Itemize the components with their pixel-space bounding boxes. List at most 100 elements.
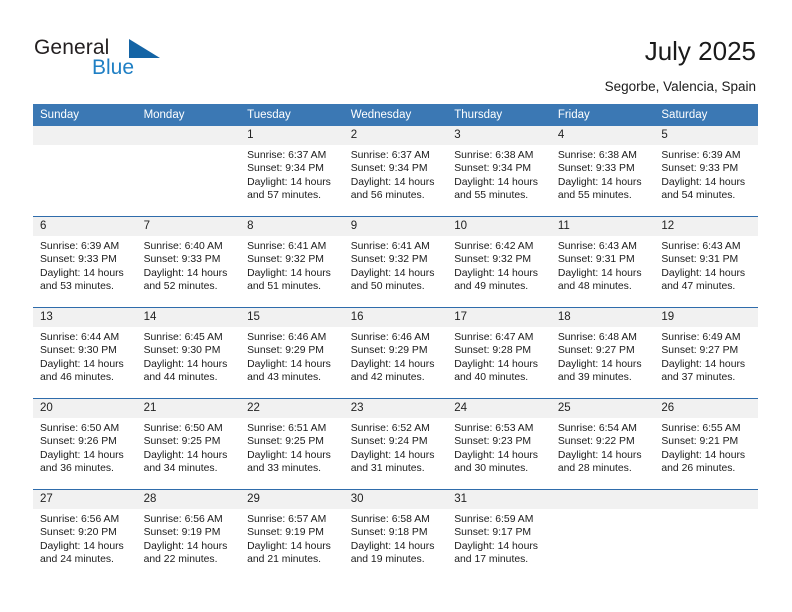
sunrise-text: Sunrise: 6:39 AM (661, 150, 741, 161)
day-cell[interactable]: 27 Sunrise: 6:56 AM Sunset: 9:20 PM Dayl… (33, 489, 137, 580)
day-cell[interactable]: 7 Sunrise: 6:40 AM Sunset: 9:33 PM Dayli… (136, 216, 241, 308)
daylight-text: Daylight: 14 hours and 53 minutes. (40, 267, 124, 293)
day-number: 28 (136, 490, 241, 509)
day-cell[interactable]: 21 Sunrise: 6:50 AM Sunset: 9:25 PM Dayl… (136, 398, 241, 490)
daylight-text: Daylight: 14 hours and 46 minutes. (40, 358, 124, 384)
day-cell[interactable]: 26 Sunrise: 6:55 AM Sunset: 9:21 PM Dayl… (654, 398, 758, 490)
daylight-text: Daylight: 14 hours and 17 minutes. (454, 540, 538, 566)
day-details: Sunrise: 6:46 AM Sunset: 9:29 PM Dayligh… (240, 327, 344, 385)
weekday-header-thursday: Thursday (447, 104, 551, 126)
sunset-text: Sunset: 9:29 PM (247, 345, 324, 357)
day-cell[interactable] (136, 126, 241, 217)
weekday-header-monday: Monday (136, 104, 241, 126)
day-cell[interactable]: 6 Sunrise: 6:39 AM Sunset: 9:33 PM Dayli… (33, 216, 137, 308)
daylight-text: Daylight: 14 hours and 39 minutes. (557, 358, 642, 384)
day-details: Sunrise: 6:38 AM Sunset: 9:34 PM Dayligh… (447, 145, 551, 203)
sunrise-text: Sunrise: 6:51 AM (247, 423, 327, 434)
day-cell[interactable]: 11 Sunrise: 6:43 AM Sunset: 9:31 PM Dayl… (550, 216, 655, 308)
day-details: Sunrise: 6:57 AM Sunset: 9:19 PM Dayligh… (240, 509, 344, 567)
day-cell[interactable]: 14 Sunrise: 6:45 AM Sunset: 9:30 PM Dayl… (136, 307, 241, 399)
day-cell[interactable]: 17 Sunrise: 6:47 AM Sunset: 9:28 PM Dayl… (447, 307, 551, 399)
day-details: Sunrise: 6:37 AM Sunset: 9:34 PM Dayligh… (240, 145, 344, 203)
weekday-header-saturday: Saturday (654, 104, 758, 126)
day-cell[interactable]: 3 Sunrise: 6:38 AM Sunset: 9:34 PM Dayli… (447, 126, 551, 217)
day-number: 12 (654, 217, 758, 236)
day-details: Sunrise: 6:47 AM Sunset: 9:28 PM Dayligh… (447, 327, 551, 385)
day-number: 20 (33, 399, 137, 418)
daylight-text: Daylight: 14 hours and 55 minutes. (454, 176, 538, 202)
day-number: 2 (343, 126, 448, 145)
day-number: 27 (33, 490, 137, 509)
day-cell[interactable]: 12 Sunrise: 6:43 AM Sunset: 9:31 PM Dayl… (654, 216, 758, 308)
day-cell[interactable]: 2 Sunrise: 6:37 AM Sunset: 9:34 PM Dayli… (343, 126, 448, 217)
sunrise-text: Sunrise: 6:59 AM (454, 514, 534, 525)
day-cell[interactable]: 18 Sunrise: 6:48 AM Sunset: 9:27 PM Dayl… (550, 307, 655, 399)
day-number: 15 (240, 308, 344, 327)
sunset-text: Sunset: 9:25 PM (143, 436, 221, 448)
sunrise-text: Sunrise: 6:38 AM (557, 150, 637, 161)
daylight-text: Daylight: 14 hours and 33 minutes. (247, 449, 331, 475)
daylight-text: Daylight: 14 hours and 42 minutes. (350, 358, 435, 384)
sunrise-text: Sunrise: 6:43 AM (557, 241, 637, 252)
daylight-text: Daylight: 14 hours and 36 minutes. (40, 449, 124, 475)
daylight-text: Daylight: 14 hours and 56 minutes. (350, 176, 435, 202)
day-cell[interactable]: 4 Sunrise: 6:38 AM Sunset: 9:33 PM Dayli… (550, 126, 655, 217)
day-cell[interactable]: 22 Sunrise: 6:51 AM Sunset: 9:25 PM Dayl… (240, 398, 344, 490)
daylight-text: Daylight: 14 hours and 50 minutes. (350, 267, 435, 293)
day-cell[interactable]: 23 Sunrise: 6:52 AM Sunset: 9:24 PM Dayl… (343, 398, 448, 490)
sunrise-text: Sunrise: 6:47 AM (454, 332, 534, 343)
day-cell[interactable]: 28 Sunrise: 6:56 AM Sunset: 9:19 PM Dayl… (136, 489, 241, 580)
brand-name-blue: Blue (92, 56, 135, 79)
calendar-header-row: Sunday Monday Tuesday Wednesday Thursday… (33, 104, 758, 126)
sunset-text: Sunset: 9:22 PM (557, 436, 635, 448)
day-cell[interactable]: 20 Sunrise: 6:50 AM Sunset: 9:26 PM Dayl… (33, 398, 137, 490)
day-cell[interactable]: 1 Sunrise: 6:37 AM Sunset: 9:34 PM Dayli… (240, 126, 344, 217)
daylight-text: Daylight: 14 hours and 44 minutes. (143, 358, 228, 384)
daylight-text: Daylight: 14 hours and 26 minutes. (661, 449, 746, 475)
day-cell[interactable] (654, 489, 758, 580)
sunrise-text: Sunrise: 6:42 AM (454, 241, 534, 252)
daylight-text: Daylight: 14 hours and 49 minutes. (454, 267, 538, 293)
day-details: Sunrise: 6:50 AM Sunset: 9:26 PM Dayligh… (33, 418, 137, 476)
sunset-text: Sunset: 9:29 PM (350, 345, 428, 357)
sunrise-text: Sunrise: 6:46 AM (350, 332, 430, 343)
brand-logo[interactable]: General Blue (34, 36, 214, 84)
day-cell[interactable]: 19 Sunrise: 6:49 AM Sunset: 9:27 PM Dayl… (654, 307, 758, 399)
day-cell[interactable]: 8 Sunrise: 6:41 AM Sunset: 9:32 PM Dayli… (240, 216, 344, 308)
day-cell[interactable]: 9 Sunrise: 6:41 AM Sunset: 9:32 PM Dayli… (343, 216, 448, 308)
day-cell[interactable]: 5 Sunrise: 6:39 AM Sunset: 9:33 PM Dayli… (654, 126, 758, 217)
day-details: Sunrise: 6:48 AM Sunset: 9:27 PM Dayligh… (551, 327, 655, 385)
sunrise-text: Sunrise: 6:56 AM (40, 514, 120, 525)
day-details: Sunrise: 6:43 AM Sunset: 9:31 PM Dayligh… (654, 236, 758, 294)
sunset-text: Sunset: 9:19 PM (247, 527, 324, 539)
day-cell[interactable]: 30 Sunrise: 6:58 AM Sunset: 9:18 PM Dayl… (343, 489, 448, 580)
weekday-header-friday: Friday (550, 104, 655, 126)
sunrise-text: Sunrise: 6:44 AM (40, 332, 120, 343)
day-number: 22 (240, 399, 344, 418)
day-cell[interactable]: 15 Sunrise: 6:46 AM Sunset: 9:29 PM Dayl… (240, 307, 344, 399)
day-cell[interactable]: 16 Sunrise: 6:46 AM Sunset: 9:29 PM Dayl… (343, 307, 448, 399)
daylight-text: Daylight: 14 hours and 19 minutes. (350, 540, 435, 566)
day-number: 5 (654, 126, 758, 145)
day-details (33, 145, 137, 149)
sunset-text: Sunset: 9:30 PM (40, 345, 117, 357)
day-cell[interactable]: 10 Sunrise: 6:42 AM Sunset: 9:32 PM Dayl… (447, 216, 551, 308)
day-cell[interactable]: 31 Sunrise: 6:59 AM Sunset: 9:17 PM Dayl… (447, 489, 551, 580)
day-cell[interactable]: 24 Sunrise: 6:53 AM Sunset: 9:23 PM Dayl… (447, 398, 551, 490)
daylight-text: Daylight: 14 hours and 52 minutes. (143, 267, 228, 293)
day-details: Sunrise: 6:37 AM Sunset: 9:34 PM Dayligh… (344, 145, 448, 203)
day-cell[interactable]: 25 Sunrise: 6:54 AM Sunset: 9:22 PM Dayl… (550, 398, 655, 490)
day-number: 6 (33, 217, 137, 236)
day-cell[interactable] (550, 489, 655, 580)
day-cell[interactable] (33, 126, 137, 217)
sunset-text: Sunset: 9:34 PM (454, 163, 532, 175)
day-cell[interactable]: 13 Sunrise: 6:44 AM Sunset: 9:30 PM Dayl… (33, 307, 137, 399)
sunrise-text: Sunrise: 6:50 AM (40, 423, 120, 434)
day-details (137, 145, 241, 149)
sunrise-text: Sunrise: 6:52 AM (350, 423, 430, 434)
day-cell[interactable]: 29 Sunrise: 6:57 AM Sunset: 9:19 PM Dayl… (240, 489, 344, 580)
weekday-header-sunday: Sunday (33, 104, 137, 126)
sunset-text: Sunset: 9:25 PM (247, 436, 324, 448)
daylight-text: Daylight: 14 hours and 40 minutes. (454, 358, 538, 384)
day-number: 9 (343, 217, 448, 236)
